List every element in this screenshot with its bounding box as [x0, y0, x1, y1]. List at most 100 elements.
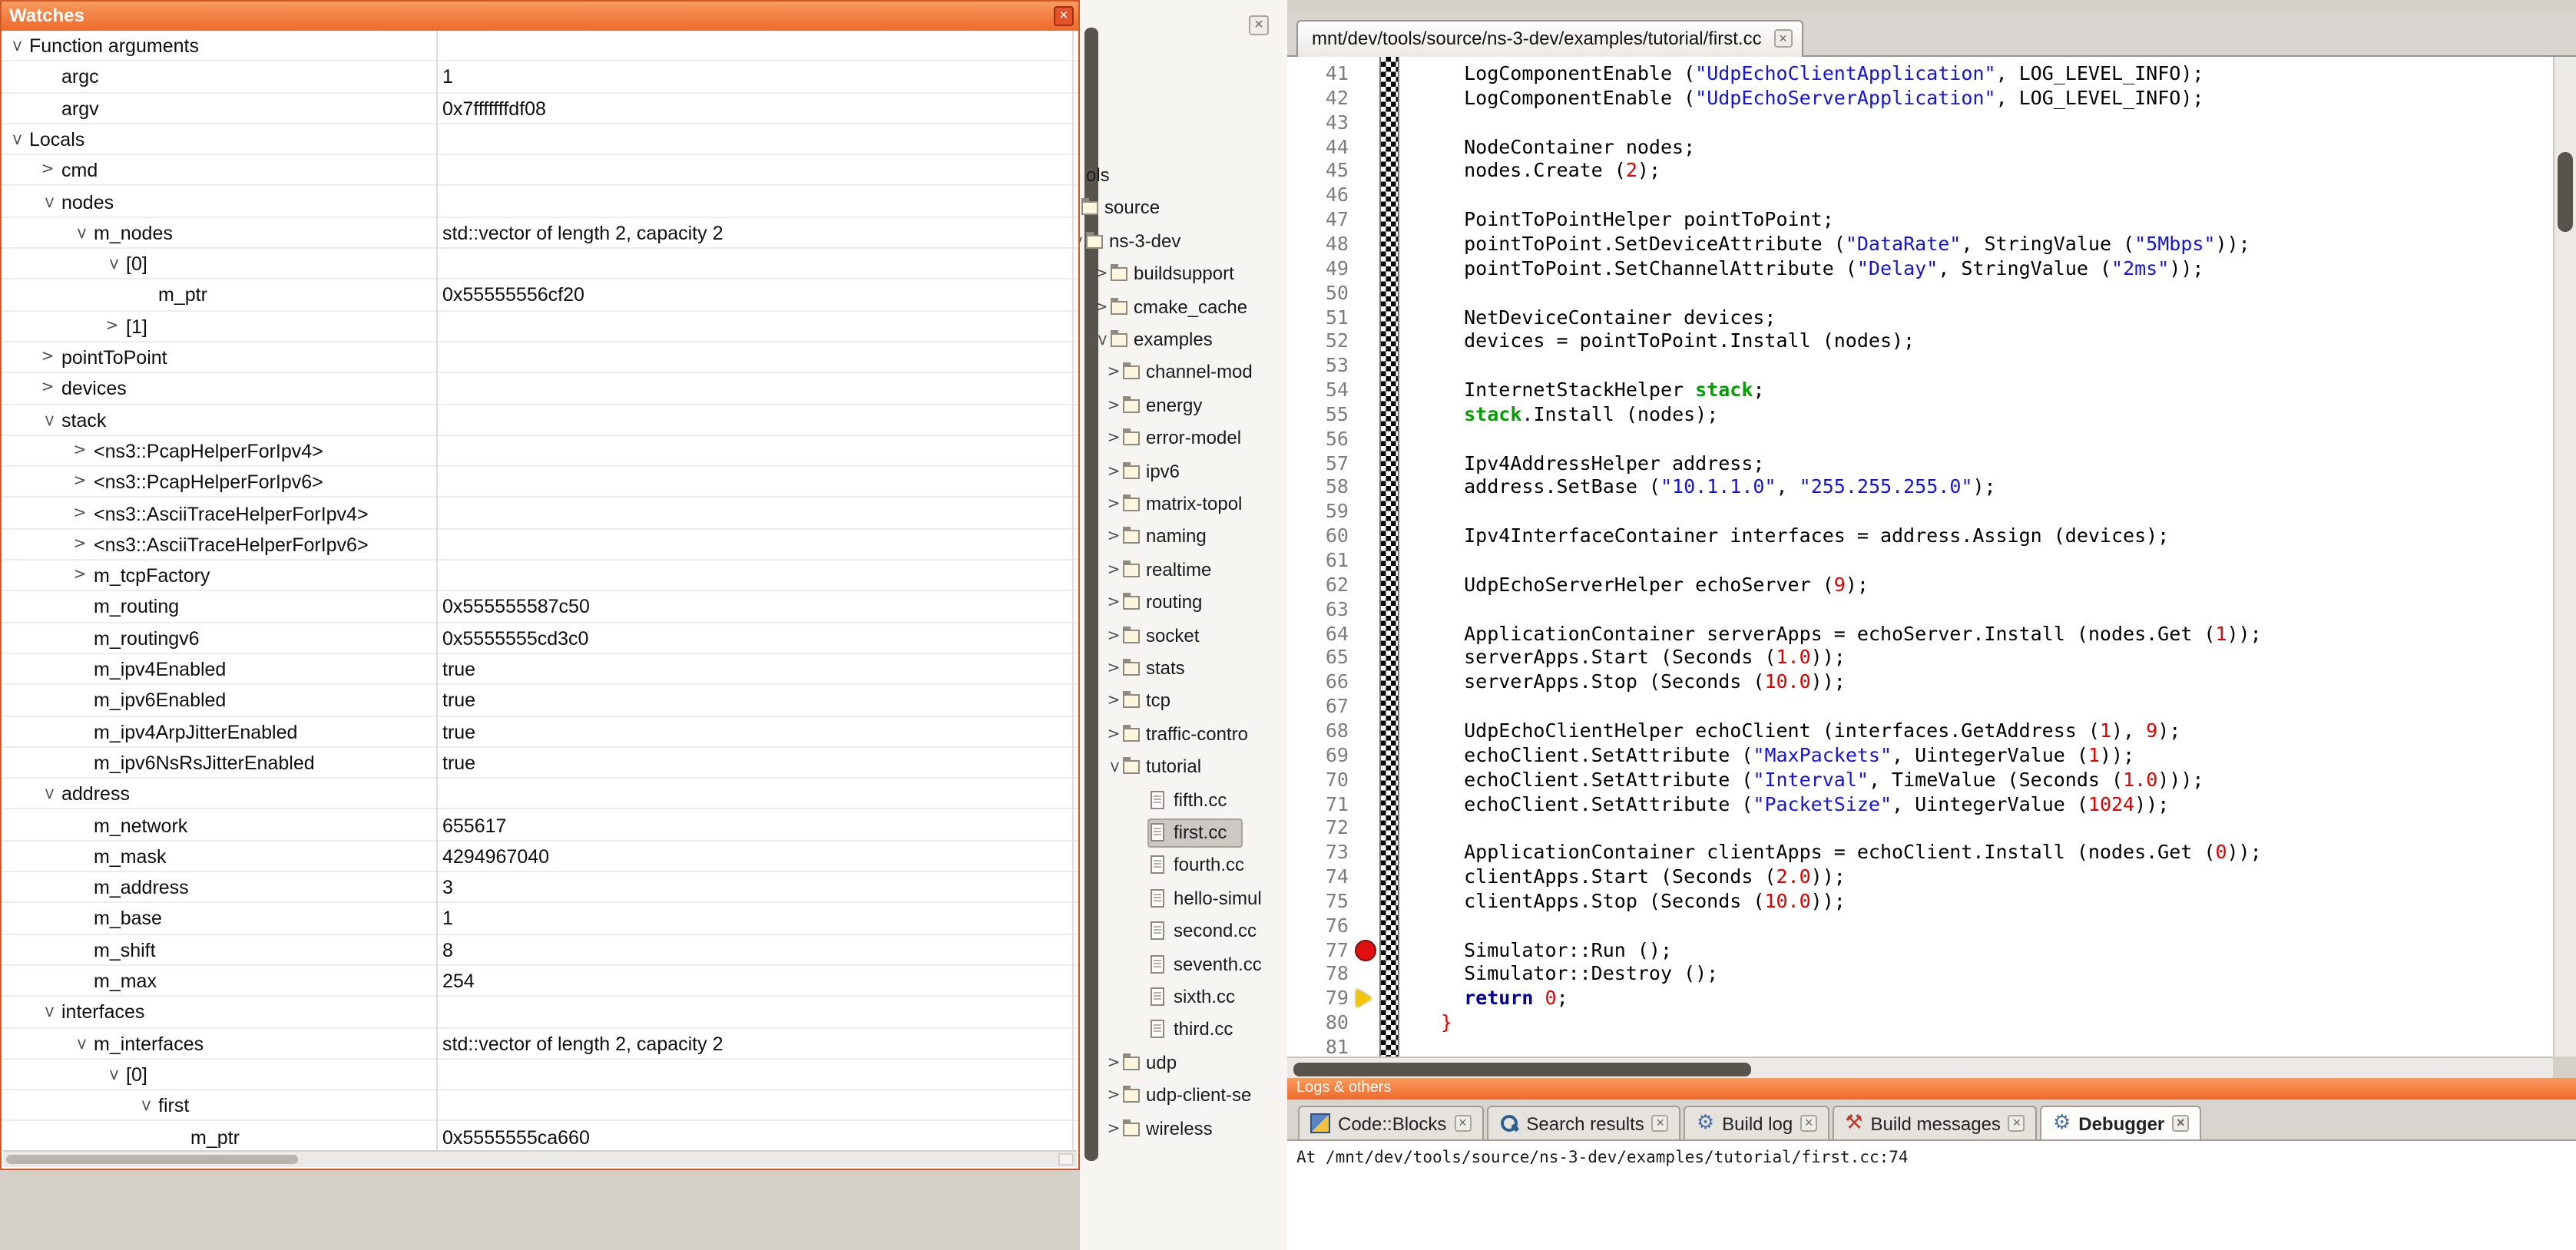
watch-row[interactable]: m_base1 — [2, 904, 1078, 935]
watches-column-divider-right[interactable] — [1072, 31, 1074, 1152]
editor-hscrollbar-thumb[interactable] — [1293, 1062, 1751, 1076]
watch-row[interactable]: >[0] — [2, 249, 1078, 280]
tree-chevron-icon[interactable]: > — [32, 1004, 63, 1022]
tree-item-fifth-cc[interactable]: fifth.cc — [1080, 784, 1287, 817]
tree-chevron-icon[interactable]: > — [1104, 357, 1123, 389]
logs-tab-close-icon[interactable]: × — [1800, 1115, 1817, 1132]
watches-close-icon[interactable]: × — [1054, 6, 1074, 26]
tree-item-udp-client-se[interactable]: >udp-client-se — [1080, 1080, 1287, 1113]
tree-item-matrix-topol[interactable]: >matrix-topol — [1080, 488, 1287, 521]
tree-item-ols[interactable]: ols — [1080, 160, 1287, 193]
watches-hscrollbar[interactable] — [3, 1150, 1077, 1167]
watch-row[interactable]: ><ns3::AsciiTraceHelperForIpv4> — [2, 498, 1078, 530]
watch-row[interactable]: >Locals — [2, 124, 1078, 156]
logs-pane-header[interactable]: Logs & others — [1287, 1078, 2576, 1100]
watch-row[interactable]: m_mask4294967040 — [2, 842, 1078, 873]
watch-row[interactable]: >m_nodesstd::vector of length 2, capacit… — [2, 218, 1078, 250]
tree-chevron-icon[interactable]: > — [1104, 521, 1123, 554]
watch-row[interactable]: m_ipv6Enabledtrue — [2, 686, 1078, 717]
tree-item-hello-simul[interactable]: hello-simul — [1080, 883, 1287, 916]
watch-row[interactable]: m_network655617 — [2, 810, 1078, 842]
tree-chevron-icon[interactable]: > — [97, 1066, 127, 1084]
watch-row[interactable]: m_ptr0x55555556cf20 — [2, 280, 1078, 312]
watch-row[interactable]: >Function arguments — [2, 31, 1078, 62]
tree-chevron-icon[interactable]: > — [1104, 686, 1123, 718]
watch-row[interactable]: m_routing0x555555587c50 — [2, 592, 1078, 623]
tree-item-realtime[interactable]: >realtime — [1080, 554, 1287, 587]
watch-row[interactable]: >devices — [2, 374, 1078, 405]
tree-chevron-icon[interactable]: > — [1092, 291, 1111, 323]
tree-item-second-cc[interactable]: second.cc — [1080, 915, 1287, 948]
tree-item-socket[interactable]: >socket — [1080, 620, 1287, 653]
tree-item-first-cc[interactable]: first.cc — [1080, 817, 1287, 850]
watch-row[interactable]: >m_tcpFactory — [2, 561, 1078, 592]
tree-item-channel-mod[interactable]: >channel-mod — [1080, 357, 1287, 390]
watch-row[interactable]: >[0] — [2, 1060, 1078, 1091]
tree-chevron-icon[interactable]: > — [103, 311, 121, 342]
watch-row[interactable]: ><ns3::PcapHelperForIpv6> — [2, 467, 1078, 498]
tree-item-source[interactable]: source — [1080, 193, 1287, 226]
tree-chevron-icon[interactable]: > — [71, 530, 89, 561]
tree-item-stats[interactable]: >stats — [1080, 653, 1287, 686]
tree-chevron-icon[interactable]: > — [97, 255, 127, 273]
editor-vscrollbar[interactable] — [2553, 57, 2576, 1057]
watch-row[interactable]: >first — [2, 1090, 1078, 1122]
watch-row[interactable]: m_max254 — [2, 966, 1078, 997]
tree-item-ns-3-dev[interactable]: >ns-3-dev — [1080, 226, 1287, 259]
tree-item-udp[interactable]: >udp — [1080, 1047, 1287, 1080]
tree-chevron-icon[interactable]: > — [71, 561, 89, 591]
tree-chevron-icon[interactable]: > — [1104, 390, 1123, 422]
tree-chevron-icon[interactable]: > — [1104, 488, 1123, 521]
tree-chevron-icon[interactable]: > — [71, 467, 89, 498]
tree-chevron-icon[interactable]: > — [1104, 455, 1123, 488]
tree-item-ipv6[interactable]: >ipv6 — [1080, 455, 1287, 488]
watch-row[interactable]: >[1] — [2, 311, 1078, 342]
watch-row[interactable]: >nodes — [2, 187, 1078, 218]
watch-row[interactable]: >stack — [2, 405, 1078, 436]
editor-tab-first-cc[interactable]: mnt/dev/tools/source/ns-3-dev/examples/t… — [1296, 20, 1803, 57]
watch-row[interactable]: >interfaces — [2, 997, 1078, 1029]
watch-row[interactable]: m_ipv6NsRsJitterEnabledtrue — [2, 748, 1078, 779]
tree-chevron-icon[interactable]: > — [2, 37, 31, 55]
watch-row[interactable]: argv0x7fffffffdf08 — [2, 93, 1078, 124]
tree-chevron-icon[interactable]: > — [1104, 554, 1123, 587]
watch-row[interactable]: >cmd — [2, 155, 1078, 187]
tree-item-cmake-cache[interactable]: >cmake_cache — [1080, 291, 1287, 324]
watch-row[interactable]: m_ipv4Enabledtrue — [2, 654, 1078, 686]
tree-chevron-icon[interactable]: > — [65, 224, 95, 243]
project-pane-close-icon[interactable]: × — [1249, 15, 1269, 35]
tree-chevron-icon[interactable]: > — [1104, 653, 1123, 685]
watches-title-bar[interactable]: Watches — [2, 2, 1078, 31]
tree-chevron-icon[interactable]: > — [1104, 719, 1123, 751]
tree-item-sixth-cc[interactable]: sixth.cc — [1080, 981, 1287, 1014]
logs-tab-close-icon[interactable]: × — [1454, 1115, 1471, 1132]
tree-chevron-icon[interactable]: > — [38, 374, 57, 405]
watch-row[interactable]: m_shift8 — [2, 934, 1078, 966]
tree-chevron-icon[interactable]: > — [38, 155, 57, 186]
tree-chevron-icon[interactable]: > — [1104, 1080, 1123, 1112]
watch-row[interactable]: ><ns3::AsciiTraceHelperForIpv6> — [2, 530, 1078, 561]
tree-item-seventh-cc[interactable]: seventh.cc — [1080, 948, 1287, 981]
tree-chevron-icon[interactable]: > — [1104, 422, 1123, 455]
logs-tab-close-icon[interactable]: × — [1652, 1115, 1669, 1132]
tree-chevron-icon[interactable]: > — [32, 785, 63, 803]
code-editor[interactable]: 41 LogComponentEnable ("UdpEchoClientApp… — [1287, 57, 2553, 1057]
editor-tab-close-icon[interactable]: × — [1774, 29, 1793, 48]
tree-item-traffic-contro[interactable]: >traffic-contro — [1080, 719, 1287, 752]
tree-item-third-cc[interactable]: third.cc — [1080, 1014, 1287, 1047]
tree-item-wireless[interactable]: >wireless — [1080, 1113, 1287, 1146]
editor-hscrollbar[interactable] — [1287, 1057, 2553, 1078]
tree-item-fourth-cc[interactable]: fourth.cc — [1080, 850, 1287, 883]
logs-tab-close-icon[interactable]: × — [2008, 1115, 2025, 1132]
logs-tab-search-results[interactable]: Search results× — [1486, 1106, 1680, 1139]
tree-chevron-icon[interactable]: > — [65, 1034, 95, 1053]
tree-chevron-icon[interactable]: > — [129, 1096, 160, 1115]
logs-tab-debugger[interactable]: ⚙Debugger× — [2041, 1106, 2201, 1139]
tree-item-error-model[interactable]: >error-model — [1080, 422, 1287, 455]
tree-chevron-icon[interactable]: > — [38, 342, 57, 373]
watch-row[interactable]: m_address3 — [2, 872, 1078, 904]
watch-row[interactable]: m_ipv4ArpJitterEnabledtrue — [2, 716, 1078, 748]
tree-chevron-icon[interactable]: > — [1092, 258, 1111, 290]
watches-hscrollbar-thumb[interactable] — [6, 1155, 298, 1164]
watch-row[interactable]: m_routingv60x5555555cd3c0 — [2, 623, 1078, 654]
